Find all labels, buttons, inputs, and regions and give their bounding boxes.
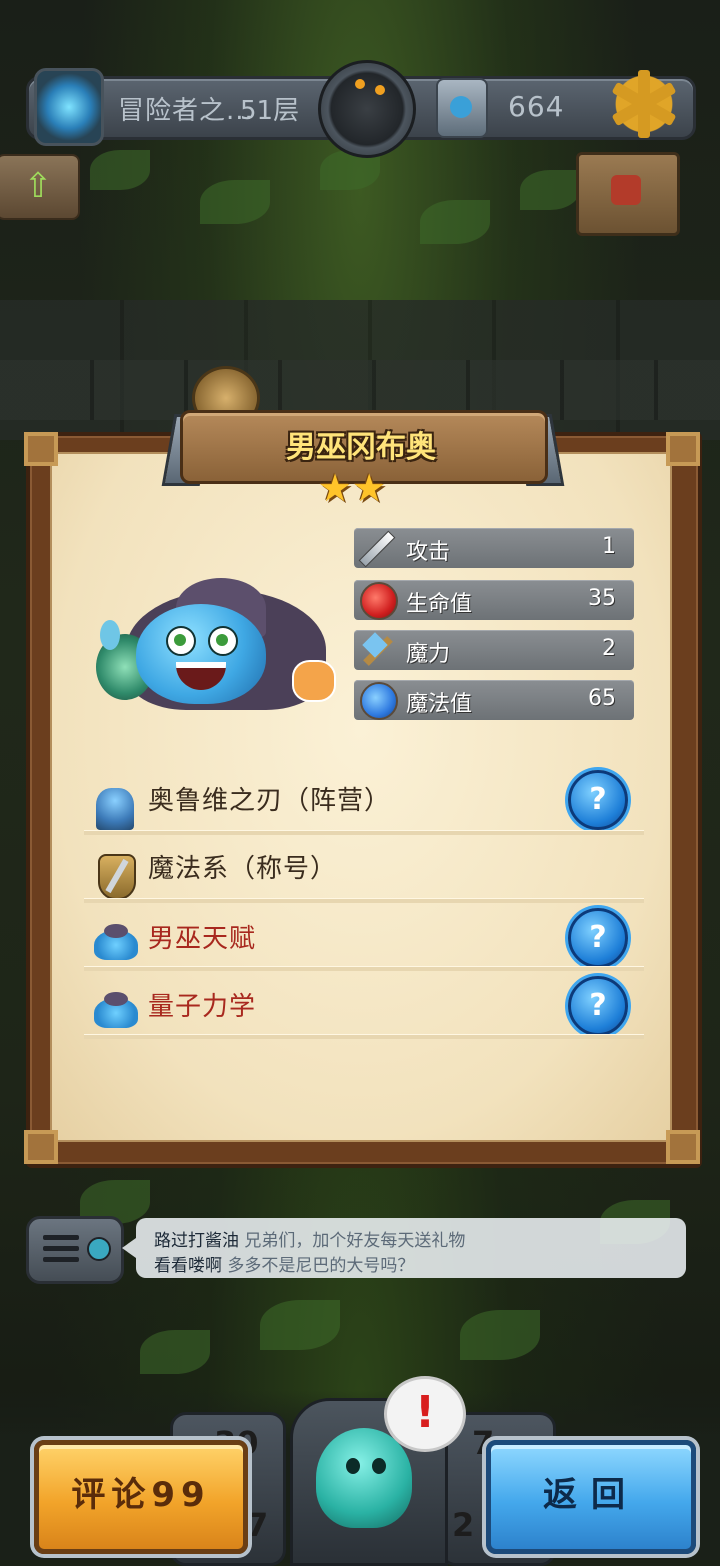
wizard-slime-icon	[90, 984, 138, 1028]
stat-hp: 生命值 35	[354, 580, 634, 620]
trait-faction[interactable]: 奥鲁维之刃（阵营） ?	[84, 766, 644, 830]
compass-dial-icon[interactable]	[318, 60, 416, 158]
trait-wizard-talent[interactable]: 男巫天赋 ?	[84, 904, 644, 968]
hud-left-bottom-value: 7	[246, 1506, 269, 1544]
trait-title[interactable]: 魔法系（称号）	[84, 834, 644, 900]
sword-icon	[354, 524, 398, 572]
faction-icon	[90, 778, 134, 830]
help-icon[interactable]: ?	[568, 976, 628, 1036]
stat-mp: 魔法值 65	[354, 680, 634, 720]
help-icon[interactable]: ?	[568, 908, 628, 968]
comment-button[interactable]: 评论99	[34, 1440, 248, 1554]
frame-corner	[24, 432, 58, 466]
star-rating: ★★	[318, 466, 406, 510]
blue-potion-icon	[354, 676, 398, 724]
frame-corner	[24, 1130, 58, 1164]
chat-line: 看看喽啊 多多不是尼巴的大号吗？	[154, 1256, 415, 1276]
stat-magic-power: 魔力 2	[354, 630, 634, 670]
currency-count: 664	[508, 90, 565, 123]
chat-line: 路过打酱油 兄弟们，加个好友每天送礼物	[154, 1231, 466, 1251]
portal-icon[interactable]	[34, 68, 104, 146]
stat-attack: 攻击 1	[354, 528, 634, 568]
gem-icon	[436, 78, 488, 138]
back-button[interactable]: 返回	[486, 1440, 696, 1554]
divider	[84, 1034, 644, 1039]
wizard-slime-icon	[90, 916, 138, 960]
alert-speech-bubble-icon[interactable]: !	[384, 1376, 466, 1452]
trait-quantum-mechanics[interactable]: 量子力学 ?	[84, 972, 644, 1036]
frame-corner	[666, 432, 700, 466]
character-name: 男巫冈布奥	[286, 430, 436, 465]
star-icon: ★	[318, 466, 353, 510]
hanging-shop-sign-icon[interactable]	[576, 152, 680, 236]
settings-gear-icon[interactable]	[610, 70, 678, 138]
chat-message-box[interactable]: 路过打酱油 兄弟们，加个好友每天送礼物 看看喽啊 多多不是尼巴的大号吗？	[122, 1218, 686, 1278]
wizard-gumball-portrait	[96, 578, 336, 710]
staff-icon	[354, 626, 398, 674]
frame-corner	[666, 1130, 700, 1164]
title-shield-icon	[90, 846, 136, 900]
red-potion-icon	[354, 576, 398, 624]
chat-radio-button[interactable]	[26, 1216, 124, 1284]
divider	[84, 966, 644, 971]
floor-counter: 51层	[240, 96, 300, 126]
divider	[84, 898, 644, 903]
adventure-title: 冒险者之...	[118, 96, 254, 126]
star-icon: ★	[352, 466, 387, 510]
floor-up-arrow-icon[interactable]: ⇧	[0, 154, 80, 220]
help-icon[interactable]: ?	[568, 770, 628, 830]
hud-right-bottom-value: 2	[452, 1506, 475, 1544]
